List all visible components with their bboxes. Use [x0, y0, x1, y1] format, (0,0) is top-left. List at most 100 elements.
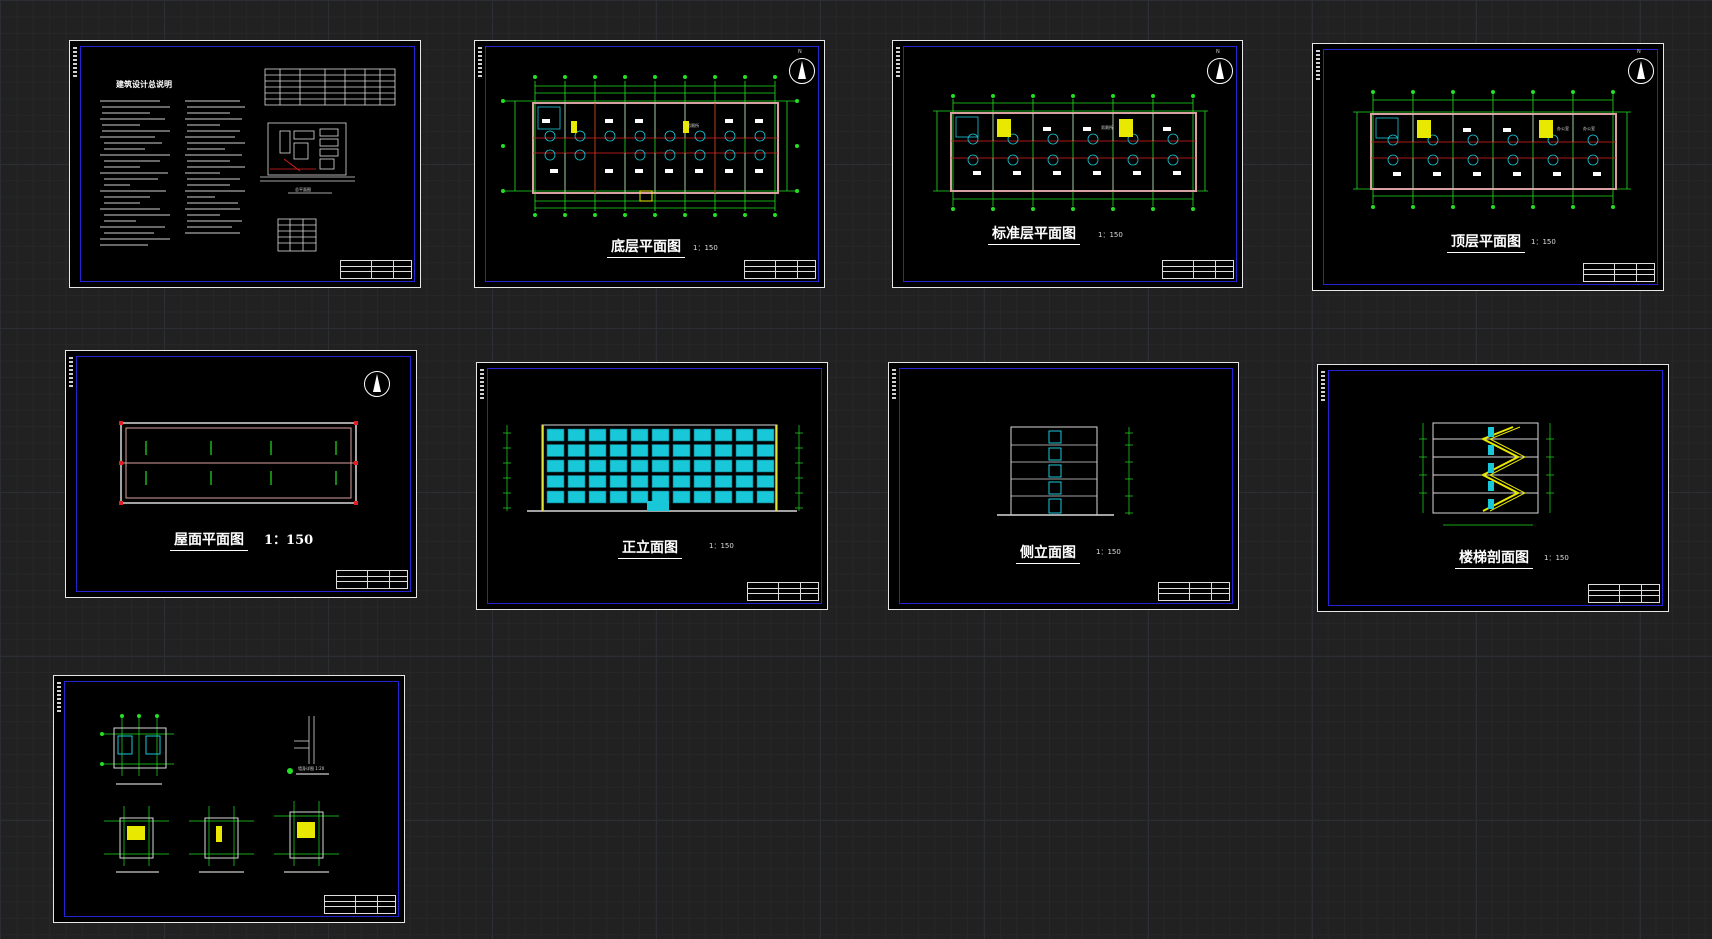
elevation-window	[693, 490, 712, 504]
elevation-window	[756, 428, 775, 442]
sheet-front-elevation[interactable]: 正立面图 1：150	[476, 362, 828, 610]
elevation-window	[756, 490, 775, 504]
drawing-scale: 1：150	[1096, 548, 1121, 556]
title-block	[340, 260, 412, 279]
elevation-window	[714, 490, 733, 504]
elevation-window	[735, 475, 754, 488]
drawing-scale: 1：150	[1098, 231, 1123, 239]
elevation-window	[651, 459, 670, 473]
sheet-design-notes[interactable]: 建筑设计总说明 总平面图	[69, 40, 421, 288]
title-block	[1162, 260, 1234, 279]
sheet-top-floor-plan[interactable]: N 办公室 办公室 顶层平面图 1：150	[1312, 43, 1664, 291]
elevation-window	[693, 459, 712, 473]
elevation-window	[756, 475, 775, 488]
title-block	[324, 895, 396, 914]
elevation-window	[609, 490, 628, 504]
sheet-details[interactable]: 墙身详图 1:20	[53, 675, 405, 923]
room-label: 男厕所	[687, 123, 699, 128]
stair-section-drawing	[1419, 422, 1554, 526]
elevation-window	[651, 428, 670, 442]
roof-plan-drawing	[119, 421, 358, 505]
elevation-window	[714, 475, 733, 488]
elevation-window	[567, 490, 586, 504]
elevation-window	[609, 444, 628, 457]
elevation-window	[567, 459, 586, 473]
elevation-window	[735, 428, 754, 442]
elevation-window	[651, 444, 670, 457]
elevation-window	[714, 428, 733, 442]
elevation-window	[693, 475, 712, 488]
elevation-window	[546, 444, 565, 457]
sheet-side-elevation[interactable]: 侧立面图 1：150	[888, 362, 1239, 610]
elevation-window	[630, 444, 649, 457]
elevation-window	[672, 444, 691, 457]
elevation-window	[630, 459, 649, 473]
elevation-window	[672, 459, 691, 473]
notes-text-block	[100, 68, 396, 252]
drawing-title: 楼梯剖面图	[1455, 547, 1533, 569]
elevation-window	[630, 490, 649, 504]
elevation-window	[735, 490, 754, 504]
drawing-scale: 1：150	[709, 542, 734, 550]
drawing-scale: 1：150	[693, 244, 718, 252]
elevation-window	[567, 428, 586, 442]
drawing-scale: 1：150	[1544, 554, 1569, 562]
elevation-window	[546, 475, 565, 488]
elevation-window	[693, 428, 712, 442]
elevation-window	[756, 459, 775, 473]
title-block	[747, 582, 819, 601]
side-elevation-drawing	[997, 426, 1133, 516]
detail-callout: 墙身详图 1:20	[298, 766, 325, 771]
floor-plan-drawing	[933, 94, 1208, 211]
elevation-window	[609, 459, 628, 473]
title-block	[336, 570, 408, 589]
sheet-roof-plan[interactable]: 屋面平面图 1：150	[65, 350, 417, 598]
elevation-window	[693, 444, 712, 457]
details-drawing	[100, 714, 339, 873]
drawing-scale: 1：150	[264, 533, 314, 548]
front-elevation-drawing	[503, 424, 803, 512]
drawing-title: 顶层平面图	[1447, 231, 1525, 253]
elevation-window	[714, 444, 733, 457]
drawing-scale: 1：150	[1531, 238, 1556, 246]
elevation-window	[714, 459, 733, 473]
elevation-window	[630, 475, 649, 488]
room-label: 办公室	[1583, 126, 1595, 131]
elevation-window	[630, 428, 649, 442]
sheet-stair-section[interactable]: 楼梯剖面图 1：150	[1317, 364, 1669, 612]
sheet-ground-floor-plan[interactable]: N 男厕所 底层平面图 1：150	[474, 40, 825, 288]
elevation-window	[756, 444, 775, 457]
floor-plan-drawing	[1353, 90, 1631, 209]
elevation-window	[651, 475, 670, 488]
elevation-window	[672, 490, 691, 504]
drawing-title: 底层平面图	[607, 236, 685, 258]
room-label: 男厕所	[1101, 125, 1113, 130]
elevation-window	[567, 475, 586, 488]
elevation-window	[588, 490, 607, 504]
elevation-window	[546, 459, 565, 473]
room-label: 办公室	[1557, 126, 1569, 131]
elevation-window	[672, 475, 691, 488]
drawing-title: 正立面图	[618, 537, 682, 559]
drawing-title: 侧立面图	[1016, 542, 1080, 564]
elevation-window	[735, 459, 754, 473]
site-plan-label: 总平面图	[295, 187, 311, 192]
elevation-window	[588, 475, 607, 488]
elevation-window	[546, 490, 565, 504]
elevation-window	[609, 428, 628, 442]
elevation-window	[609, 475, 628, 488]
elevation-window	[588, 459, 607, 473]
sheet-standard-floor-plan[interactable]: N 男厕所 标准层平面图 1：150	[892, 40, 1243, 288]
title-block	[1158, 582, 1230, 601]
elevation-window	[546, 428, 565, 442]
drawing-title: 标准层平面图	[988, 223, 1080, 245]
title-block	[744, 260, 816, 279]
elevation-window	[672, 428, 691, 442]
title-block	[1583, 263, 1655, 282]
title-block	[1588, 584, 1660, 603]
drawing-title: 屋面平面图	[170, 529, 248, 551]
elevation-window	[588, 444, 607, 457]
elevation-window	[735, 444, 754, 457]
elevation-window	[588, 428, 607, 442]
elevation-window	[567, 444, 586, 457]
